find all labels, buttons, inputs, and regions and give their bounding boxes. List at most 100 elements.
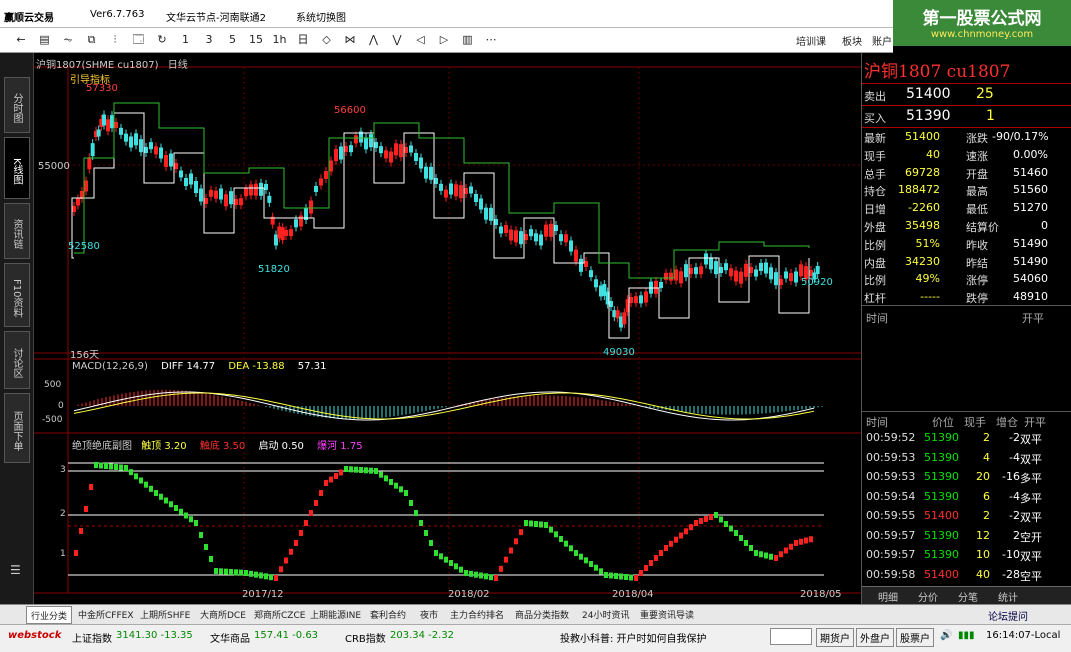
bottom-tab-7[interactable]: 夜市 <box>420 608 438 621</box>
status-index3-name[interactable]: CRB指数 <box>345 630 386 645</box>
tick-row: 00:59:57 51390 10 -10 双平 <box>862 546 1071 565</box>
toolbar-button-19[interactable]: ▥ <box>459 32 477 48</box>
chart-area[interactable]: 沪铜1807(SHME cu1807) 日线 引导指标 57330 56600 … <box>34 53 861 604</box>
osc-mark <box>304 520 308 526</box>
toolbar-button-14[interactable]: ⋈ <box>341 32 359 48</box>
osc-mark <box>569 545 573 552</box>
toolbar-button-17[interactable]: ◁ <box>412 32 430 48</box>
toolbar-button-9[interactable]: 5 <box>224 32 242 48</box>
toolbar-button-5[interactable]: 🗔 <box>130 32 148 48</box>
left-tab-0[interactable]: 分时图 <box>4 77 30 133</box>
toolbar-button-20[interactable]: ⋯ <box>482 32 500 48</box>
tick-cell: 多平 <box>1020 491 1042 505</box>
status-index1-name[interactable]: 上证指数 <box>72 630 112 645</box>
forum-question-button[interactable]: 论坛提问 <box>988 608 1028 623</box>
kline-chart[interactable] <box>34 53 861 604</box>
bottom-tab-1[interactable]: 中金所CFFEX <box>78 608 134 621</box>
candle-body <box>499 226 503 234</box>
candle-body <box>519 231 523 245</box>
candle-body <box>439 183 443 191</box>
bottom-tab-11[interactable]: 重要资讯导读 <box>640 608 694 621</box>
candle-body <box>169 153 173 167</box>
quote-tab-0[interactable]: 明细 <box>878 589 898 604</box>
status-index2-name[interactable]: 文华商品 <box>210 630 250 645</box>
toolbar-button-13[interactable]: ◇ <box>318 32 336 48</box>
bottom-tab-2[interactable]: 上期所SHFE <box>140 608 190 621</box>
quote-tab-2[interactable]: 分笔 <box>958 589 978 604</box>
tick-cell: 00:59:52 <box>866 431 916 444</box>
toolbar-button-2[interactable]: ⏦ <box>59 32 77 48</box>
left-tab-4[interactable]: 讨论区 <box>4 331 30 389</box>
toolbar-button-6[interactable]: ↻ <box>153 32 171 48</box>
left-tab-3[interactable]: F10资料 <box>4 263 30 327</box>
quote-tab-1[interactable]: 分价 <box>918 589 938 604</box>
bottom-tab-8[interactable]: 主力合约排名 <box>450 608 504 621</box>
system-switch-menu[interactable]: 系统切换图 <box>296 9 346 24</box>
bottom-tab-0[interactable]: 行业分类 <box>26 606 73 624</box>
toolbar-button-11[interactable]: 1h <box>271 32 289 48</box>
left-tab-2[interactable]: 资讯链 <box>4 203 30 259</box>
server-node[interactable]: 文华云节点-河南联通2 <box>166 9 266 24</box>
left-tab-5[interactable]: 页面下单 <box>4 393 30 463</box>
bottom-indicator-name[interactable]: 绝顶绝底副图 <box>72 441 132 452</box>
osc-mark <box>244 570 248 576</box>
symbol-header[interactable]: 沪铜1807(SHME cu1807) <box>36 60 159 71</box>
macd-dea-label: DEA <box>228 361 250 372</box>
toolbar-button-1[interactable]: ▤ <box>36 32 54 48</box>
volume-icon[interactable]: 🔊 <box>940 630 952 641</box>
toolbar-button-4[interactable]: ⫶ <box>106 32 124 48</box>
osc-mark <box>299 530 303 536</box>
toolbar-right-1[interactable]: 板块 <box>842 33 862 48</box>
bottom-tab-3[interactable]: 大商所DCE <box>200 608 246 621</box>
tick-header-time: 时间 <box>866 416 888 429</box>
bottom-tab-4[interactable]: 郑商所CZCE <box>254 608 305 621</box>
toolbar-button-18[interactable]: ▷ <box>435 32 453 48</box>
osc-mark <box>364 467 368 474</box>
candle-body <box>654 280 658 294</box>
toolbar-button-12[interactable]: 日 <box>294 32 312 48</box>
toolbar-button-7[interactable]: 1 <box>177 32 195 48</box>
osc-mark <box>179 508 183 515</box>
candle-body <box>119 127 123 135</box>
candle-body <box>102 114 106 126</box>
status-search-input[interactable] <box>770 628 812 645</box>
bottom-tab-10[interactable]: 24小时资讯 <box>582 608 629 621</box>
toolbar-right-0[interactable]: 培训课 <box>796 33 826 48</box>
stock-account-button[interactable]: 股票户 <box>896 628 934 647</box>
toolbar-right-2[interactable]: 账户 <box>872 33 892 48</box>
candle-body <box>204 198 208 204</box>
osc-mark <box>79 528 83 534</box>
futures-account-button[interactable]: 期货户 <box>816 628 854 647</box>
osc-mark <box>129 469 133 476</box>
osc-mark <box>349 466 353 473</box>
osc-mark <box>319 490 323 496</box>
quote-row: 最新 51400 涨跌 -90/0.17% <box>862 128 1071 146</box>
macd-name[interactable]: MACD(12,26,9) <box>72 361 148 372</box>
quote-tab-3[interactable]: 统计 <box>998 589 1018 604</box>
status-tip[interactable]: 投教小科普: 开户时如何自我保护 <box>560 630 707 645</box>
quote-cell: 持仓 <box>864 185 886 199</box>
toolbar-button-16[interactable]: ⋁ <box>388 32 406 48</box>
bottom-tab-6[interactable]: 套利合约 <box>370 608 406 621</box>
toolbar-button-10[interactable]: 15 <box>247 32 265 48</box>
toolbar-button-0[interactable]: ← <box>12 32 30 48</box>
menu-icon[interactable]: ☰ <box>10 563 21 577</box>
osc-mark <box>624 574 628 580</box>
bottom-tab-5[interactable]: 上期能源INE <box>310 608 361 621</box>
period-select[interactable]: 日线 <box>168 60 188 71</box>
toolbar-button-15[interactable]: ⋀ <box>365 32 383 48</box>
toolbar-button-3[interactable]: ⧉ <box>83 32 101 48</box>
foreign-account-button[interactable]: 外盘户 <box>856 628 894 647</box>
candle-body <box>369 134 373 148</box>
bottom-tab-9[interactable]: 商品分类指数 <box>515 608 569 621</box>
osc-mark <box>314 500 318 506</box>
sell-row[interactable]: 卖出 51400 25 <box>862 83 1071 105</box>
tick-cell: 双平 <box>1020 550 1042 563</box>
buy-row[interactable]: 买入 51390 1 <box>862 105 1071 127</box>
candle-body <box>189 173 193 185</box>
osc-mark <box>484 573 488 580</box>
left-tab-1[interactable]: K线图 <box>4 137 30 199</box>
price-label-last: 50920 <box>801 277 833 288</box>
osc-mark <box>649 560 653 566</box>
toolbar-button-8[interactable]: 3 <box>200 32 218 48</box>
